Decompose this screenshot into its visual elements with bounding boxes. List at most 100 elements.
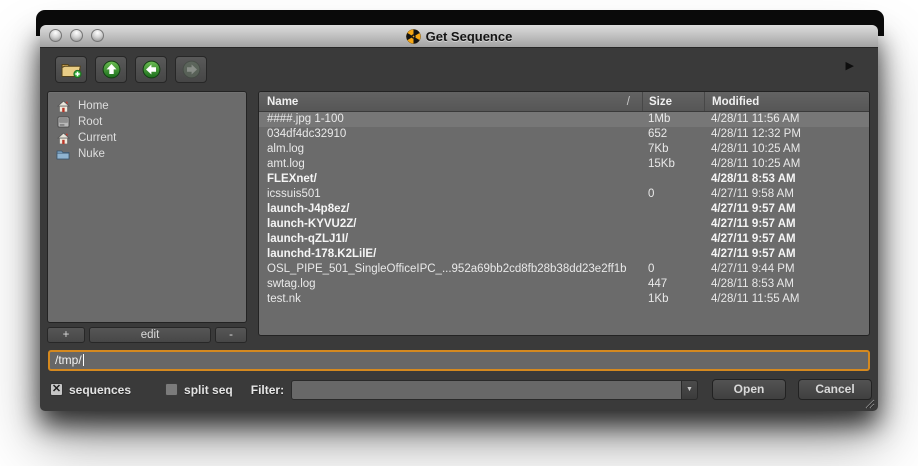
- sidebar-item-label: Nuke: [78, 148, 105, 160]
- edit-favorite-button[interactable]: edit: [89, 327, 211, 343]
- split-seq-checkbox[interactable]: split seq: [165, 383, 233, 397]
- up-directory-button[interactable]: [95, 56, 127, 83]
- cell-modified: 4/27/11 9:57 AM: [704, 217, 869, 232]
- sidebar-item-root[interactable]: Root: [48, 114, 246, 130]
- cell-size: 0: [642, 187, 704, 202]
- cell-size: [642, 172, 704, 187]
- cell-name: amt.log: [259, 157, 642, 172]
- add-favorite-button[interactable]: +: [47, 327, 85, 343]
- cell-modified: 4/27/11 9:57 AM: [704, 247, 869, 262]
- arrow-back-icon: [142, 60, 161, 79]
- filter-label: Filter:: [251, 383, 284, 397]
- file-rows: ####.jpg 1-1001Mb4/28/11 11:56 AM034df4d…: [259, 112, 869, 307]
- text-caret: [83, 354, 84, 366]
- cell-modified: 4/27/11 9:44 PM: [704, 262, 869, 277]
- cancel-button[interactable]: Cancel: [798, 379, 872, 400]
- nuke-app-icon: [406, 29, 421, 44]
- hard-drive-icon: [56, 116, 70, 128]
- cell-modified: 4/28/11 10:25 AM: [704, 157, 869, 172]
- cell-name: swtag.log: [259, 277, 642, 292]
- cell-size: 652: [642, 127, 704, 142]
- path-input[interactable]: /tmp/: [48, 350, 870, 371]
- table-row[interactable]: alm.log7Kb4/28/11 10:25 AM: [259, 142, 869, 157]
- favorites-buttons: + edit -: [47, 327, 247, 343]
- footer-bar: ✕ sequences split seq Filter: ▼ Open Can…: [50, 379, 872, 400]
- table-row[interactable]: FLEXnet/4/28/11 8:53 AM: [259, 172, 869, 187]
- sidebar-item-label: Home: [78, 100, 109, 112]
- arrow-forward-icon: [182, 60, 201, 79]
- sidebar-item-current[interactable]: Current: [48, 130, 246, 146]
- checkbox-label: split seq: [184, 383, 233, 397]
- cell-modified: 4/27/11 9:58 AM: [704, 187, 869, 202]
- desktop: Get Sequence: [0, 0, 918, 466]
- table-row[interactable]: launch-J4p8ez/4/27/11 9:57 AM: [259, 202, 869, 217]
- column-header-name[interactable]: Name /: [259, 92, 642, 111]
- column-header-modified[interactable]: Modified: [704, 92, 869, 111]
- cell-name: launchd-178.K2LilE/: [259, 247, 642, 262]
- table-row[interactable]: OSL_PIPE_501_SingleOfficeIPC_...952a69bb…: [259, 262, 869, 277]
- cell-name: alm.log: [259, 142, 642, 157]
- cell-name: ####.jpg 1-100: [259, 112, 642, 127]
- window-title: Get Sequence: [426, 29, 513, 44]
- titlebar[interactable]: Get Sequence: [40, 25, 878, 48]
- sequences-checkbox[interactable]: ✕ sequences: [50, 383, 131, 397]
- cell-name: launch-KYVU2Z/: [259, 217, 642, 232]
- cell-modified: 4/28/11 8:53 AM: [704, 172, 869, 187]
- chevron-down-icon: ▼: [686, 386, 693, 393]
- table-row[interactable]: launch-KYVU2Z/4/27/11 9:57 AM: [259, 217, 869, 232]
- cell-size: 15Kb: [642, 157, 704, 172]
- cell-name: test.nk: [259, 292, 642, 307]
- cell-name: OSL_PIPE_501_SingleOfficeIPC_...952a69bb…: [259, 262, 642, 277]
- home-icon: [56, 100, 70, 113]
- cell-size: 1Kb: [642, 292, 704, 307]
- home-icon: [56, 132, 70, 145]
- favorites-panel: Home Root: [47, 91, 247, 323]
- sidebar-item-label: Current: [78, 132, 116, 144]
- sidebar-item-nuke[interactable]: Nuke: [48, 146, 246, 162]
- checkbox-box: [165, 383, 178, 396]
- filter-input[interactable]: [291, 380, 682, 400]
- path-value: /tmp/: [55, 353, 82, 367]
- checkbox-box: ✕: [50, 383, 63, 396]
- cell-name: 034df4dc32910: [259, 127, 642, 142]
- new-folder-icon: [61, 61, 82, 78]
- cell-size: [642, 217, 704, 232]
- table-row[interactable]: launchd-178.K2LilE/4/27/11 9:57 AM: [259, 247, 869, 262]
- open-button[interactable]: Open: [712, 379, 786, 400]
- file-list-header: Name / Size Modified: [259, 92, 869, 112]
- cell-size: [642, 247, 704, 262]
- back-button[interactable]: [135, 56, 167, 83]
- cell-size: 0: [642, 262, 704, 277]
- filter-dropdown-button[interactable]: ▼: [682, 380, 698, 400]
- table-row[interactable]: launch-qZLJ1I/4/27/11 9:57 AM: [259, 232, 869, 247]
- cell-modified: 4/27/11 9:57 AM: [704, 202, 869, 217]
- file-list-panel: Name / Size Modified ####.jpg 1-1001Mb4/…: [258, 91, 870, 336]
- nav-toolbar: [55, 56, 207, 83]
- filter-combobox: ▼: [291, 380, 698, 400]
- toolbar-overflow-arrow[interactable]: ▶: [846, 61, 854, 72]
- cell-size: 447: [642, 277, 704, 292]
- table-row[interactable]: amt.log15Kb4/28/11 10:25 AM: [259, 157, 869, 172]
- table-row[interactable]: 034df4dc329106524/28/11 12:32 PM: [259, 127, 869, 142]
- cell-name: launch-qZLJ1I/: [259, 232, 642, 247]
- table-row[interactable]: ####.jpg 1-1001Mb4/28/11 11:56 AM: [259, 112, 869, 127]
- get-sequence-dialog: Get Sequence: [40, 25, 878, 411]
- resize-grip[interactable]: [863, 396, 875, 408]
- cell-name: FLEXnet/: [259, 172, 642, 187]
- cell-modified: 4/28/11 10:25 AM: [704, 142, 869, 157]
- table-row[interactable]: swtag.log4474/28/11 8:53 AM: [259, 277, 869, 292]
- table-row[interactable]: test.nk1Kb4/28/11 11:55 AM: [259, 292, 869, 307]
- cell-name: icssuis501: [259, 187, 642, 202]
- folder-icon: [56, 149, 70, 160]
- remove-favorite-button[interactable]: -: [215, 327, 247, 343]
- sidebar-item-home[interactable]: Home: [48, 98, 246, 114]
- checkbox-label: sequences: [69, 383, 131, 397]
- table-row[interactable]: icssuis50104/27/11 9:58 AM: [259, 187, 869, 202]
- cell-size: [642, 202, 704, 217]
- sidebar-item-label: Root: [78, 116, 102, 128]
- column-header-size[interactable]: Size: [642, 92, 704, 111]
- new-folder-button[interactable]: [55, 56, 87, 83]
- cell-name: launch-J4p8ez/: [259, 202, 642, 217]
- cell-size: 7Kb: [642, 142, 704, 157]
- arrow-up-icon: [102, 60, 121, 79]
